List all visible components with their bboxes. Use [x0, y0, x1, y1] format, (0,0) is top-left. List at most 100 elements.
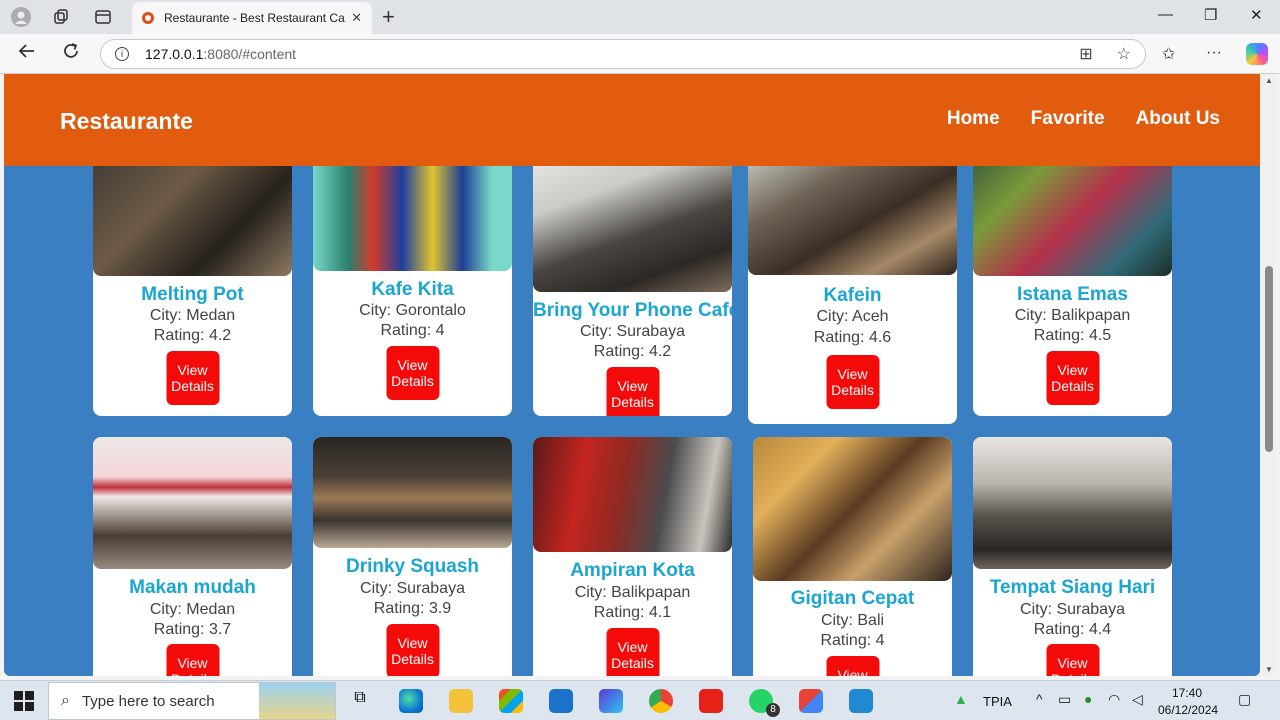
workspaces-icon[interactable] — [50, 6, 72, 28]
active-tab[interactable]: Restaurante - Best Restaurant Cat ✕ — [132, 2, 372, 34]
favorites-icon[interactable]: ✩ — [1162, 44, 1175, 64]
vscode-icon[interactable] — [849, 689, 873, 713]
app-tray-icon[interactable]: ● — [1084, 691, 1092, 707]
nav-favorite-link[interactable]: Favorite — [1031, 108, 1105, 130]
refresh-icon[interactable] — [62, 42, 80, 65]
restaurant-image — [93, 437, 292, 569]
restaurant-card: Kafein City: Aceh Rating: 4.6 View Detai… — [748, 136, 957, 424]
app-available-icon[interactable]: ⊞ — [1079, 44, 1092, 64]
tray-chevron-icon[interactable]: ^ — [1036, 691, 1043, 707]
nav-about-link[interactable]: About Us — [1136, 108, 1220, 130]
minimize-button[interactable]: — — [1158, 6, 1173, 23]
restaurant-city: City: Gorontalo — [359, 302, 466, 319]
brand-logo[interactable]: Restaurante — [60, 108, 193, 135]
site-info-icon[interactable]: i — [115, 47, 129, 61]
restaurant-rating: Rating: 4.1 — [593, 604, 672, 621]
restaurant-image — [753, 437, 952, 581]
file-explorer-icon[interactable] — [449, 689, 473, 713]
chrome-icon[interactable] — [649, 689, 673, 713]
restaurant-city: City: Surabaya — [1020, 601, 1125, 618]
restaurant-image — [533, 437, 732, 552]
mail-icon[interactable] — [549, 689, 573, 713]
weather-widget-label[interactable]: TPIA — [983, 694, 1012, 709]
restaurant-name[interactable]: Kafein — [748, 285, 957, 307]
restaurant-image — [973, 437, 1172, 569]
gmail-icon[interactable] — [799, 689, 823, 713]
back-icon[interactable] — [18, 42, 36, 65]
page-viewport: Melting Pot City: Medan Rating: 4.2 View… — [4, 74, 1260, 676]
restaurant-name[interactable]: Bring Your Phone Cafe — [533, 300, 732, 322]
restaurant-name[interactable]: Melting Pot — [93, 284, 292, 306]
page-scrollbar[interactable]: ▲ ▼ — [1262, 74, 1276, 676]
restaurant-name[interactable]: Istana Emas — [973, 284, 1172, 306]
restaurant-card: Melting Pot City: Medan Rating: 4.2 View… — [93, 136, 292, 416]
taskbar-search-input[interactable]: ⌕ Type here to search — [48, 682, 336, 720]
url-host: 127.0.0.1 — [145, 46, 204, 62]
restaurant-name[interactable]: Drinky Squash — [313, 556, 512, 578]
clock-time[interactable]: 17:40 — [1172, 686, 1202, 700]
restaurant-card: Makan mudah City: Medan Rating: 3.7 View… — [93, 437, 292, 676]
view-details-button[interactable]: View Details — [166, 644, 219, 676]
scroll-down-icon[interactable]: ▼ — [1265, 665, 1273, 674]
speaker-icon[interactable]: ◁ — [1132, 691, 1143, 708]
restaurant-name[interactable]: Makan mudah — [93, 577, 292, 599]
scroll-thumb[interactable] — [1265, 266, 1273, 452]
restaurant-card: Drinky Squash City: Surabaya Rating: 3.9… — [313, 437, 512, 676]
new-tab-button[interactable]: + — [382, 4, 395, 30]
app-header: Restaurante Home Favorite About Us — [4, 74, 1260, 166]
windows-start-icon[interactable] — [14, 691, 34, 711]
view-details-button[interactable]: View Details — [826, 656, 879, 676]
wifi-icon[interactable]: ◠ — [1108, 691, 1120, 708]
copilot-app-icon[interactable] — [599, 689, 623, 713]
tab-actions-icon[interactable] — [92, 6, 114, 28]
restaurant-rating: Rating: 4.2 — [593, 343, 672, 360]
clock-date[interactable]: 06/12/2024 — [1158, 703, 1218, 717]
view-details-button[interactable]: View Details — [166, 351, 219, 405]
close-window-button[interactable]: ✕ — [1250, 6, 1263, 24]
restaurant-city: City: Balikpapan — [1014, 307, 1131, 324]
restaurant-name[interactable]: Ampiran Kota — [533, 560, 732, 582]
restore-button[interactable]: ❐ — [1204, 6, 1217, 24]
browser-tab-strip: Restaurante - Best Restaurant Cat ✕ + — … — [0, 0, 1280, 34]
close-tab-icon[interactable]: ✕ — [351, 10, 362, 26]
restaurant-card: Istana Emas City: Balikpapan Rating: 4.5… — [973, 136, 1172, 416]
view-details-button[interactable]: View Details — [1046, 644, 1099, 676]
scroll-up-icon[interactable]: ▲ — [1265, 76, 1273, 85]
youtube-icon[interactable] — [699, 689, 723, 713]
restaurant-rating: Rating: 3.9 — [373, 600, 452, 617]
store-icon[interactable] — [499, 689, 523, 713]
restaurant-image — [313, 437, 512, 548]
view-details-button[interactable]: View Details — [826, 355, 879, 409]
restaurant-card: Bring Your Phone Cafe City: Surabaya Rat… — [533, 136, 732, 416]
restaurant-name[interactable]: Kafe Kita — [313, 279, 512, 301]
nav-home-link[interactable]: Home — [947, 108, 1000, 130]
restaurant-city: City: Aceh — [816, 308, 889, 325]
view-details-button[interactable]: View Details — [606, 367, 659, 416]
restaurant-card: Ampiran Kota City: Balikpapan Rating: 4.… — [533, 437, 732, 676]
search-placeholder: Type here to search — [81, 692, 215, 710]
view-details-button[interactable]: View Details — [606, 628, 659, 676]
more-menu-icon[interactable]: ··· — [1206, 44, 1222, 62]
restaurant-rating: Rating: 4.4 — [1033, 621, 1112, 638]
url-input[interactable]: i 127.0.0.1:8080/#content ⊞ ☆ — [100, 39, 1146, 69]
windows-taskbar: ⌕ Type here to search ⧉ 8 ▲ TPIA ^ ▭ ● ◠… — [0, 680, 1280, 720]
battery-icon[interactable]: ▭ — [1058, 691, 1071, 708]
restaurant-rating: Rating: 4.6 — [813, 329, 892, 346]
view-details-button[interactable]: View Details — [386, 624, 439, 676]
view-details-button[interactable]: View Details — [1046, 351, 1099, 405]
restaurant-city: City: Surabaya — [580, 323, 685, 340]
copilot-icon[interactable] — [1246, 43, 1268, 65]
edge-icon[interactable] — [399, 689, 423, 713]
task-view-icon[interactable]: ⧉ — [348, 689, 372, 713]
restaurant-city: City: Surabaya — [360, 580, 465, 597]
restaurant-name[interactable]: Tempat Siang Hari — [973, 577, 1172, 599]
url-path: :8080/#content — [203, 46, 297, 62]
stock-chart-icon[interactable]: ▲ — [954, 691, 968, 707]
view-details-button[interactable]: View Details — [386, 346, 439, 400]
search-icon: ⌕ — [61, 692, 70, 709]
restaurant-name[interactable]: Gigitan Cepat — [753, 588, 952, 610]
notification-icon[interactable]: ▢ — [1238, 691, 1251, 708]
profile-icon[interactable] — [10, 6, 32, 28]
address-bar-row: i 127.0.0.1:8080/#content ⊞ ☆ ✩ ··· — [0, 34, 1280, 74]
favorite-star-icon[interactable]: ☆ — [1117, 44, 1131, 64]
